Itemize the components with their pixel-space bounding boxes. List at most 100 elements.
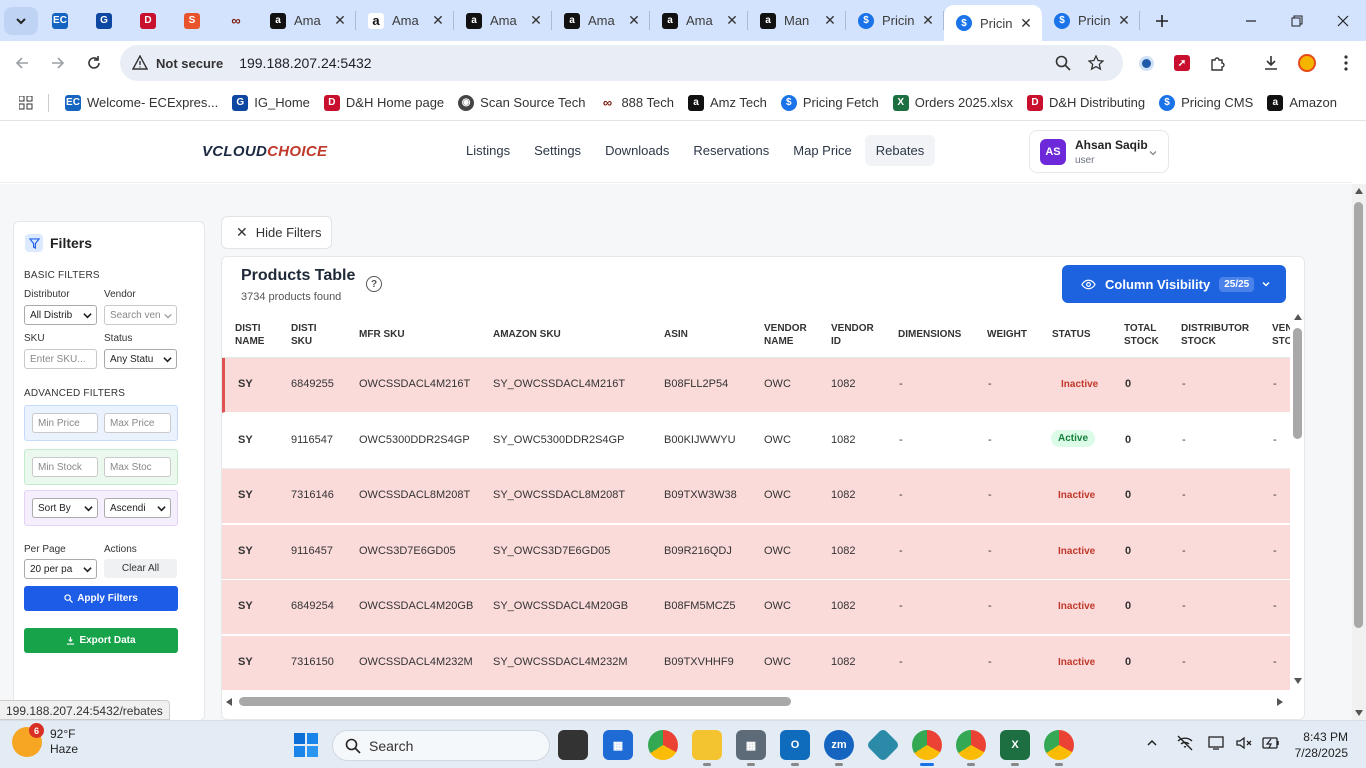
bookmark-scan-source[interactable]: ◉ Scan Source Tech <box>452 89 591 117</box>
table-row[interactable]: SY 9116547 OWC5300DDR2S4GP SY_OWC5300DDR2S4… <box>222 413 1290 469</box>
bookmark-pricing-fetch[interactable]: $ Pricing Fetch <box>775 89 885 117</box>
tab-amazon-5[interactable]: a Ama ✕ <box>650 0 748 41</box>
col-weight[interactable]: WEIGHT <box>987 328 1027 341</box>
bookmark-amz-tech[interactable]: a Amz Tech <box>682 89 773 117</box>
reload-button[interactable] <box>76 45 112 81</box>
chrome-menu-button[interactable] <box>1328 45 1364 81</box>
excel-icon[interactable]: X <box>1000 730 1030 766</box>
distributor-select[interactable]: All Distrib <box>24 305 97 325</box>
bookmark-ec[interactable]: EC Welcome- ECExpres... <box>59 89 224 117</box>
downloads-button[interactable] <box>1253 45 1289 81</box>
col-distributor-stock[interactable]: DISTRIBUTOR STOCK <box>1181 322 1251 348</box>
battery-charging-icon[interactable] <box>1262 737 1280 749</box>
security-indicator[interactable]: Not secure <box>132 55 223 71</box>
network-off-icon[interactable] <box>1176 735 1194 751</box>
bookmark-888-tech[interactable]: ∞ 888 Tech <box>593 89 680 117</box>
profile-button[interactable] <box>1289 45 1325 81</box>
nav-downloads[interactable]: Downloads <box>594 135 680 166</box>
apps-button[interactable] <box>8 85 44 121</box>
vpn-app-icon[interactable] <box>866 728 900 762</box>
column-visibility-button[interactable]: Column Visibility 25/25 <box>1062 265 1286 303</box>
zoom-button[interactable] <box>1045 45 1081 81</box>
bookmark-dh-distributing[interactable]: D D&H Distributing <box>1021 89 1151 117</box>
chrome-profile-2-icon[interactable] <box>956 730 986 766</box>
table-row[interactable]: SY 7316146 OWCSSDACL8M208T SY_OWCSSDACL8M20… <box>222 469 1290 524</box>
export-data-button[interactable]: Export Data <box>24 628 178 653</box>
scroll-up-arrow-icon[interactable] <box>1355 188 1363 194</box>
chrome-profile-1-icon[interactable] <box>912 730 942 766</box>
min-stock-input[interactable]: Min Stock <box>32 457 98 477</box>
tab-amazon-4[interactable]: a Ama ✕ <box>552 0 650 41</box>
tab-search-button[interactable] <box>4 6 38 35</box>
col-total-stock[interactable]: TOTAL STOCK <box>1124 322 1164 348</box>
scroll-up-arrow-icon[interactable] <box>1294 314 1302 320</box>
table-row[interactable]: SY 7316150 OWCSSDACL4M232M SY_OWCSSDACL4M23… <box>222 635 1290 691</box>
bookmark-amazon[interactable]: a Amazon <box>1261 89 1343 117</box>
minimize-button[interactable] <box>1228 0 1274 41</box>
volume-muted-icon[interactable] <box>1236 736 1252 750</box>
pinned-tab-s[interactable]: S <box>170 0 214 41</box>
col-amazon-sku[interactable]: AMAZON SKU <box>493 328 561 341</box>
col-disti-name[interactable]: DISTI NAME <box>235 322 279 348</box>
close-icon[interactable]: ✕ <box>1018 15 1034 31</box>
url-text[interactable]: 199.188.207.24:5432 <box>239 55 371 71</box>
help-icon[interactable]: ? <box>366 276 382 292</box>
calculator-icon[interactable]: ▦ <box>736 730 766 766</box>
extensions-button[interactable] <box>1200 45 1236 81</box>
scroll-down-arrow-icon[interactable] <box>1294 678 1302 684</box>
taskbar-clock[interactable]: 8:43 PM 7/28/2025 <box>1288 729 1348 761</box>
tab-amazon-1[interactable]: a Ama ✕ <box>258 0 356 41</box>
max-price-input[interactable]: Max Price <box>104 413 171 433</box>
tab-amazon-6[interactable]: a Man ✕ <box>748 0 846 41</box>
pinned-tab-dh[interactable]: D <box>126 0 170 41</box>
col-vendor-name[interactable]: VENDOR NAME <box>764 322 814 348</box>
apply-filters-button[interactable]: Apply Filters <box>24 586 178 611</box>
table-row[interactable]: SY 9116457 OWCS3D7E6GD05 SY_OWCS3D7E6GD05 B0… <box>222 524 1290 580</box>
back-button[interactable] <box>4 45 40 81</box>
chrome-icon[interactable] <box>648 730 678 760</box>
clear-all-button[interactable]: Clear All <box>104 559 177 578</box>
nav-listings[interactable]: Listings <box>455 135 521 166</box>
close-icon[interactable]: ✕ <box>626 12 642 29</box>
col-disti-sku[interactable]: DISTI SKU <box>291 322 331 348</box>
col-mfr-sku[interactable]: MFR SKU <box>359 328 405 341</box>
outlook-icon[interactable]: O <box>780 730 810 766</box>
bookmark-pricing-cms[interactable]: $ Pricing CMS <box>1153 89 1259 117</box>
display-icon[interactable] <box>1208 736 1224 750</box>
scroll-right-arrow-icon[interactable] <box>1277 698 1283 706</box>
nav-rebates[interactable]: Rebates <box>864 135 936 166</box>
close-icon[interactable]: ✕ <box>724 12 740 29</box>
sort-order-select[interactable]: Ascendi <box>104 498 171 518</box>
bookmark-orders-2025[interactable]: X Orders 2025.xlsx <box>887 89 1019 117</box>
col-vendor-stock[interactable]: VEN STO <box>1272 322 1290 348</box>
table-vertical-scrollbar[interactable] <box>1290 312 1304 695</box>
close-icon[interactable]: ✕ <box>528 12 544 29</box>
nav-map-price[interactable]: Map Price <box>782 135 863 166</box>
bookmark-dh-home[interactable]: D D&H Home page <box>318 89 450 117</box>
close-icon[interactable]: ✕ <box>822 12 838 29</box>
weather-widget[interactable]: 6 92°F Haze <box>12 723 78 757</box>
table-horizontal-scrollbar[interactable] <box>222 694 1290 710</box>
status-select[interactable]: Any Statu <box>104 349 177 369</box>
table-row[interactable]: SY 6849255 OWCSSDACL4M216T SY_OWCSSDACL4M21… <box>222 358 1290 413</box>
forward-button[interactable] <box>40 45 76 81</box>
user-menu[interactable]: AS Ahsan Saqib user <box>1029 130 1169 173</box>
close-icon[interactable]: ✕ <box>332 12 348 29</box>
file-explorer-icon[interactable] <box>692 730 722 766</box>
hide-filters-button[interactable]: ✕ Hide Filters <box>221 216 332 249</box>
scroll-down-arrow-icon[interactable] <box>1355 710 1363 716</box>
nav-reservations[interactable]: Reservations <box>682 135 780 166</box>
bookmark-ig-home[interactable]: G IG_Home <box>226 89 316 117</box>
tab-pricing-1[interactable]: $ Pricin ✕ <box>846 0 944 41</box>
pinned-tab-ec[interactable]: EC <box>38 0 82 41</box>
table-row[interactable]: SY 6849254 OWCSSDACL4M20GB SY_OWCSSDACL4M20… <box>222 580 1290 635</box>
sku-input[interactable]: Enter SKU... <box>24 349 97 369</box>
nav-settings[interactable]: Settings <box>523 135 592 166</box>
scrollbar-thumb[interactable] <box>1293 328 1302 439</box>
max-stock-input[interactable]: Max Stoc <box>104 457 171 477</box>
col-status[interactable]: STATUS <box>1052 328 1091 341</box>
tab-pricing-3[interactable]: $ Pricin ✕ <box>1042 0 1140 41</box>
vendor-search-input[interactable]: Search ven <box>104 305 177 325</box>
vcloudchoice-logo[interactable]: VCLOUDCHOICE <box>202 143 327 160</box>
scroll-left-arrow-icon[interactable] <box>226 698 232 706</box>
